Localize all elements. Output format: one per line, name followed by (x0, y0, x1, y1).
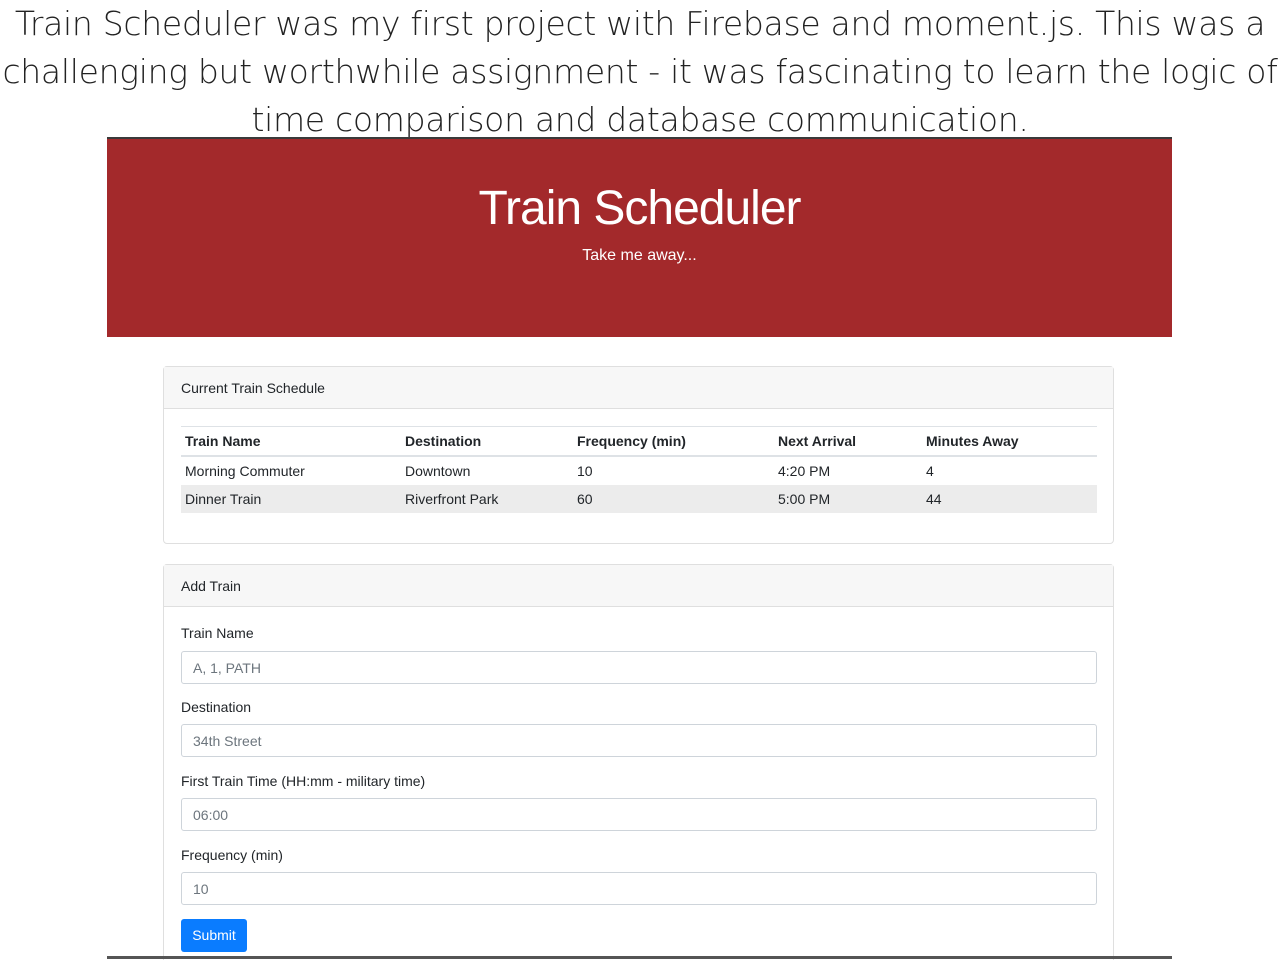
add-train-card-header: Add Train (164, 565, 1113, 607)
page-subtitle: Take me away... (582, 247, 697, 264)
destination-input[interactable] (181, 724, 1097, 757)
column-header: Minutes Away (922, 426, 1097, 457)
table-cell: Dinner Train (181, 485, 401, 513)
frame-bottom-border (107, 956, 1172, 959)
table-cell: 10 (577, 463, 593, 479)
schedule-card-header: Current Train Schedule (164, 367, 1113, 409)
add-train-card: Add Train Train Name Destination First T… (163, 564, 1114, 960)
column-header: Frequency (min) (573, 426, 774, 457)
caption-text: Train Scheduler was my first project wit… (0, 0, 1280, 139)
table-cell: 44 (922, 485, 1097, 513)
table-cell: 4:20 PM (778, 463, 831, 479)
table-cell: 5:00 PM (774, 485, 922, 513)
schedule-card: Current Train Schedule Train Name Destin… (163, 366, 1114, 544)
table-row: Morning Commuter Downtown 10 4:20 PM 4 (181, 456, 1097, 485)
first-train-time-label: First Train Time (HH:mm - military time) (181, 773, 426, 789)
jumbotron: Train Scheduler Take me away... (107, 139, 1172, 337)
table-row: Dinner Train Riverfront Park 60 5:00 PM … (181, 485, 1097, 513)
train-name-label: Train Name (181, 625, 254, 641)
train-name-input[interactable] (181, 651, 1097, 684)
frequency-label: Frequency (min) (181, 847, 283, 863)
column-header: Train Name (181, 426, 401, 457)
table-cell: Downtown (405, 463, 471, 479)
caption-line: challenging but worthwhile assignment - … (2, 52, 1278, 91)
page-title: Train Scheduler (478, 182, 801, 235)
frequency-input[interactable] (181, 872, 1097, 905)
table-header-row: Train Name Destination Frequency (min) N… (181, 426, 1097, 457)
first-train-time-input[interactable] (181, 798, 1097, 831)
submit-button[interactable]: Submit (181, 919, 247, 952)
schedule-table: Train Name Destination Frequency (min) N… (181, 426, 1097, 513)
table-cell: Morning Commuter (185, 463, 305, 479)
destination-label: Destination (181, 699, 252, 715)
table-cell: 60 (573, 485, 774, 513)
column-header: Next Arrival (774, 426, 922, 457)
table-cell: Riverfront Park (401, 485, 573, 513)
table-cell: 4 (926, 463, 934, 479)
caption-line: Train Scheduler was my first project wit… (14, 4, 1266, 43)
column-header: Destination (401, 426, 573, 457)
screenshot-frame: Train Scheduler Take me away... Current … (107, 137, 1172, 960)
